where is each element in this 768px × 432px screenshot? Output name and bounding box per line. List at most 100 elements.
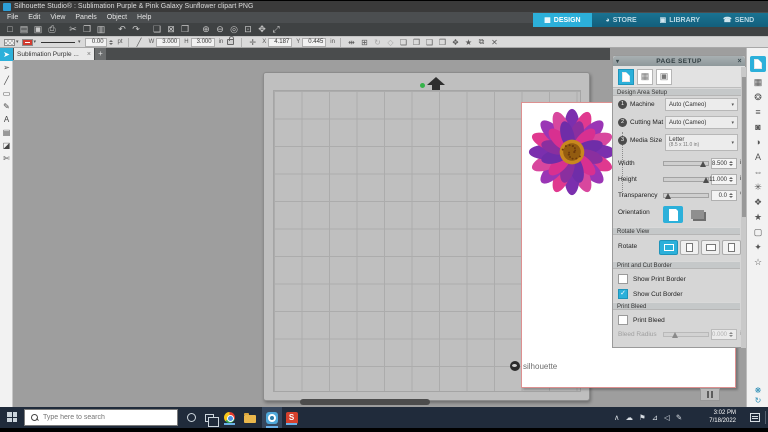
print-bleed-checkbox[interactable] <box>618 315 628 325</box>
fill-panel-icon[interactable]: ❂ <box>754 93 762 102</box>
menu-help[interactable]: Help <box>132 14 156 21</box>
pan-icon[interactable]: ✥ <box>255 23 269 36</box>
copies-icon[interactable]: ⧉ <box>475 37 488 47</box>
close-panel-icon[interactable]: × <box>738 58 743 65</box>
new-tab-button[interactable]: + <box>95 48 106 60</box>
duplicate-icon[interactable]: ❒ <box>178 23 192 36</box>
line-style-panel-icon[interactable]: ≡ <box>755 108 760 117</box>
s-app-button[interactable]: S <box>284 410 299 425</box>
transparency-field[interactable]: 0.0 <box>711 190 737 201</box>
scrollbar-corner-button[interactable] <box>700 388 720 401</box>
taskbar-search[interactable] <box>24 409 178 426</box>
save-file-icon[interactable]: ▣ <box>31 23 45 36</box>
width-stepper[interactable] <box>729 161 733 166</box>
lock-aspect-icon[interactable] <box>227 36 235 45</box>
page-setup-panel-icon[interactable] <box>750 56 766 72</box>
portrait-orientation-button[interactable] <box>663 206 683 223</box>
line-color-swatch[interactable] <box>21 38 33 46</box>
line-weight-stepper[interactable] <box>108 39 113 45</box>
machine-select[interactable]: Auto (Cameo) ▾ <box>665 98 738 111</box>
page-height-slider[interactable] <box>663 177 709 183</box>
preferences-gear-icon[interactable]: ❋ <box>753 386 763 396</box>
pen-icon[interactable]: ✎ <box>676 413 682 422</box>
tab-send[interactable]: ☎ SEND <box>709 13 768 27</box>
transform-panel-icon[interactable]: ▦ <box>754 78 763 87</box>
knife-tool-icon[interactable]: ✄ <box>0 153 13 165</box>
tab-library[interactable]: ▣ LIBRARY <box>651 13 710 27</box>
fit-to-page-icon[interactable]: ⊡ <box>241 23 255 36</box>
y-field[interactable]: 0.445 <box>302 37 327 47</box>
cutting-mat[interactable]: 3.000 in 3.000 in silhouette <box>263 72 736 401</box>
rotate-270-button[interactable] <box>722 240 741 255</box>
menu-panels[interactable]: Panels <box>70 14 101 21</box>
point-edit-tool-icon[interactable]: ➢ <box>0 62 13 74</box>
bring-to-front-icon[interactable]: ❏ <box>397 38 410 47</box>
cut-icon[interactable]: ✂ <box>66 23 80 36</box>
chrome-button[interactable] <box>222 410 237 425</box>
silhouette-studio-taskbar-button[interactable] <box>262 407 282 428</box>
page-width-slider[interactable] <box>663 161 709 167</box>
send-to-back-icon[interactable]: ❒ <box>436 38 449 47</box>
replicate-panel-icon[interactable]: ❖ <box>754 198 762 207</box>
drag-zoom-icon[interactable]: ◎ <box>227 23 241 36</box>
rectangle-tool-icon[interactable]: ▭ <box>0 88 13 100</box>
media-size-select[interactable]: Letter (8.5 x 11.0 in) ▾ <box>665 134 738 151</box>
tab-store[interactable]: ◕ STORE <box>592 13 651 27</box>
onedrive-icon[interactable]: ☁ <box>626 413 634 422</box>
group-icon[interactable]: ❖ <box>449 38 462 47</box>
transparency-stepper[interactable] <box>729 193 733 198</box>
cortana-button[interactable] <box>184 410 199 425</box>
eraser-tool-icon[interactable]: ◪ <box>0 140 13 152</box>
center-align-icon[interactable]: ⇹ <box>345 38 358 47</box>
line-weight-field[interactable]: 0.00 <box>84 37 107 47</box>
line-style-preview[interactable] <box>41 41 76 43</box>
move-tool-icon[interactable]: ✛ <box>246 38 259 47</box>
landscape-orientation-button[interactable] <box>687 206 707 223</box>
cutting-mat-select[interactable]: Auto (Cameo) ▾ <box>665 116 738 129</box>
scale-tool-icon[interactable]: ╱ <box>133 38 146 47</box>
page-width-field[interactable]: 8.500 <box>711 158 737 169</box>
text-tool-icon[interactable]: A <box>0 114 13 126</box>
show-desktop-button[interactable] <box>765 411 766 424</box>
page-height-field[interactable]: 11.000 <box>709 174 737 185</box>
image-effects-panel-icon[interactable]: ◑ <box>755 138 760 147</box>
design-workspace[interactable]: 3.000 in 3.000 in silhouette <box>13 60 736 407</box>
taskbar-clock[interactable]: 3:02 PM 7/18/2022 <box>700 410 736 425</box>
print-icon[interactable]: ⎙ <box>45 23 59 36</box>
network-icon[interactable]: ⊿ <box>652 413 658 422</box>
offset-panel-icon[interactable]: ★ <box>754 213 762 222</box>
send-backward-icon[interactable]: ❑ <box>423 38 436 47</box>
tab-design[interactable]: ▦ DESIGN <box>533 13 592 27</box>
new-file-icon[interactable]: □ <box>3 23 17 36</box>
menu-view[interactable]: View <box>45 14 70 21</box>
transparency-slider[interactable] <box>663 193 709 199</box>
theme-toggle-icon[interactable]: ↻ <box>753 396 763 406</box>
page-setup-tab[interactable] <box>618 68 634 85</box>
paste-icon[interactable]: ▥ <box>94 23 108 36</box>
show-print-border-checkbox[interactable] <box>618 274 628 284</box>
align-panel-icon[interactable]: ⇔ <box>754 168 763 177</box>
rotate-0-button[interactable] <box>659 240 678 255</box>
file-explorer-button[interactable] <box>242 410 257 425</box>
favorites-panel-icon[interactable]: ☆ <box>754 258 762 267</box>
style-caret-icon[interactable]: ▾ <box>78 39 81 45</box>
menu-file[interactable]: File <box>2 14 23 21</box>
delete-selection-icon[interactable]: ✕ <box>488 38 501 47</box>
rotate-icon[interactable]: ↻ <box>371 38 384 47</box>
paste-in-place-icon[interactable]: ❑ <box>150 23 164 36</box>
x-field[interactable]: 4.187 <box>268 37 293 47</box>
center-to-page-icon[interactable]: ⊞ <box>358 38 371 47</box>
search-input[interactable] <box>43 414 153 421</box>
fullscreen-icon[interactable]: ⤢ <box>269 23 283 36</box>
preview-panel-icon[interactable]: ▢ <box>754 228 763 237</box>
open-file-icon[interactable]: ▤ <box>17 23 31 36</box>
sunflower-image-left[interactable] <box>528 107 616 197</box>
horizontal-scrollbar-thumb[interactable] <box>300 399 430 405</box>
registration-marks-tab[interactable]: ▣ <box>656 68 672 85</box>
hidden-icons-chevron[interactable]: ∧ <box>614 413 620 422</box>
line-caret-icon[interactable]: ▾ <box>34 39 37 45</box>
close-tab-icon[interactable]: × <box>87 51 91 58</box>
select-tool-icon[interactable]: ➤ <box>0 48 13 61</box>
draw-tool-icon[interactable]: ✎ <box>0 101 13 113</box>
document-tab[interactable]: Sublimation Purple ... × <box>14 48 94 60</box>
